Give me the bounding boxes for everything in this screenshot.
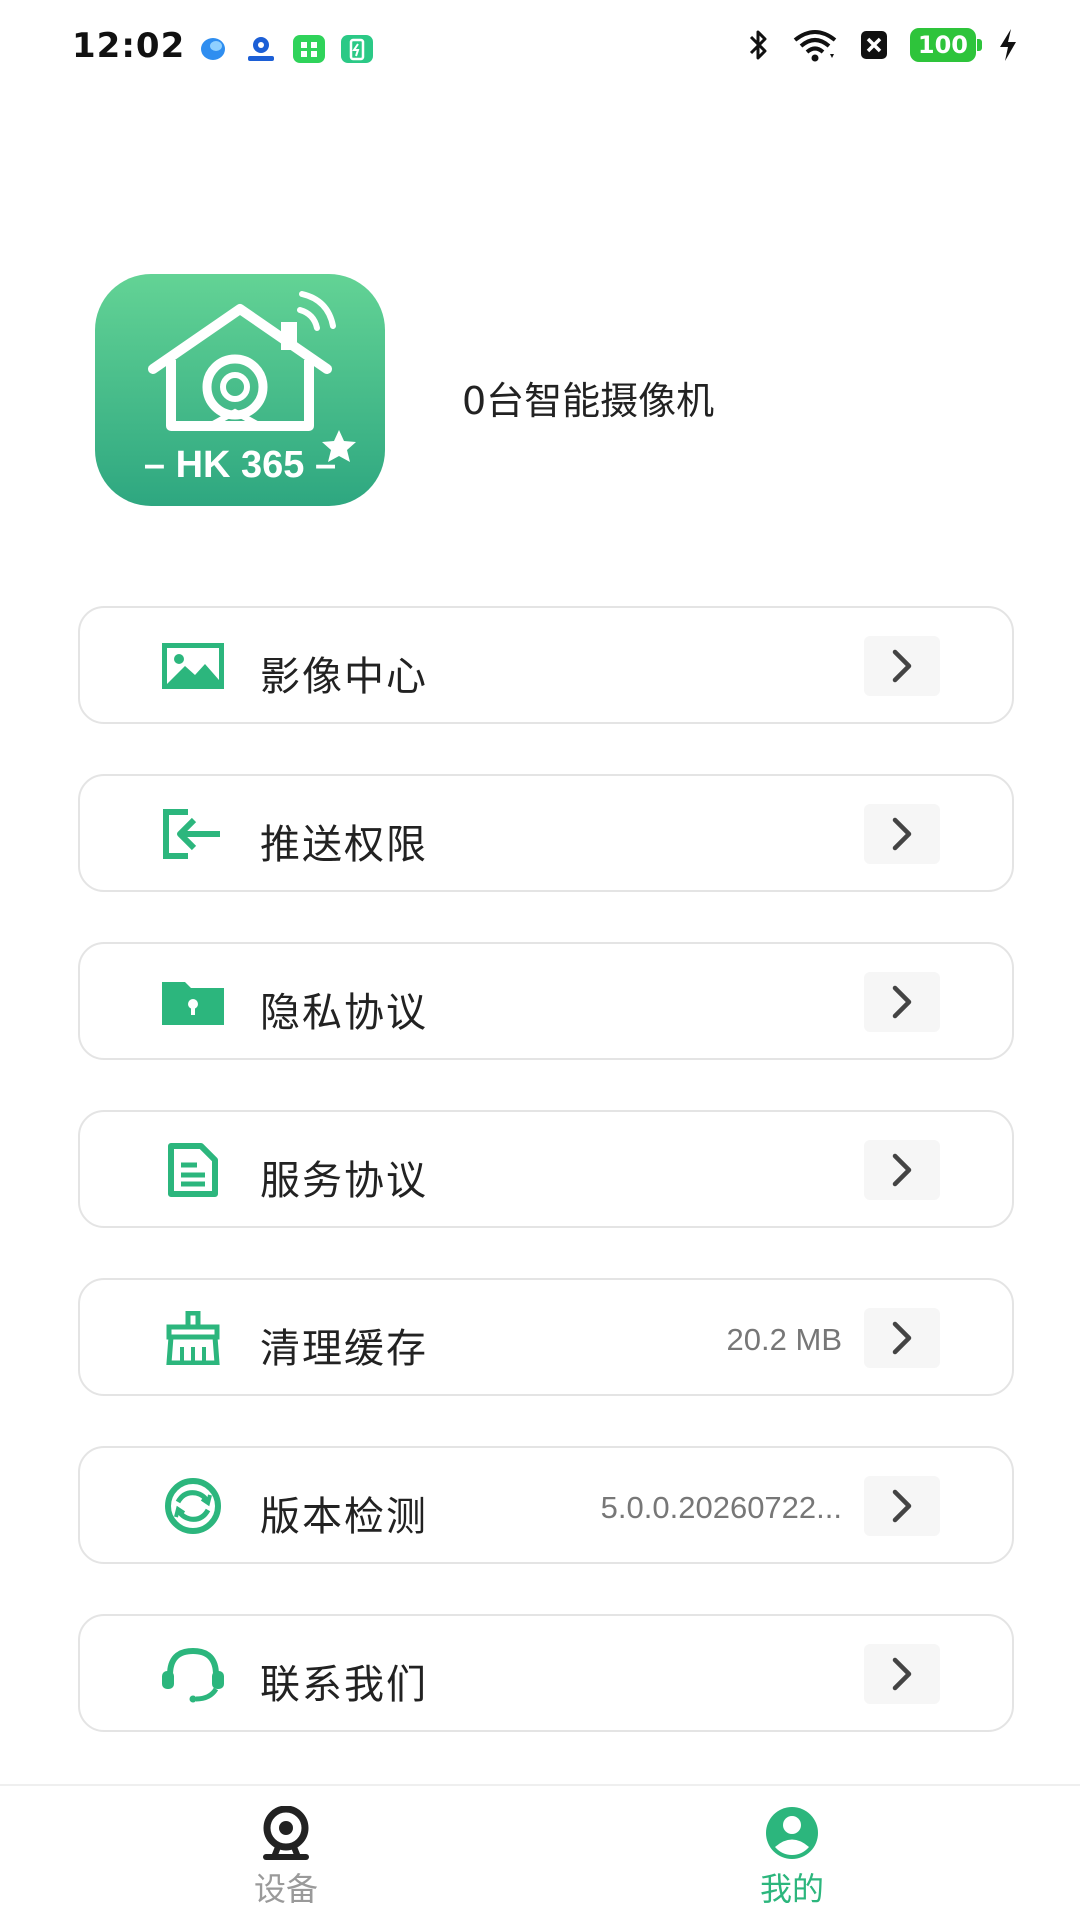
menu-label: 版本检测 (260, 1494, 428, 1540)
login-arrow-icon (158, 805, 228, 863)
logo-text: – HK 365 – (143, 444, 337, 486)
chevron-right-icon (864, 636, 940, 696)
tab-mine[interactable]: 我的 (702, 1806, 882, 1916)
chevron-right-icon (864, 972, 940, 1032)
menu-item-service-agreement[interactable]: 服务协议 (78, 1110, 1014, 1228)
chevron-right-icon (864, 1476, 940, 1536)
menu-label: 影像中心 (260, 654, 428, 700)
wifi-icon (793, 30, 837, 62)
bluetooth-icon (749, 30, 767, 60)
menu-label: 隐私协议 (260, 990, 428, 1036)
app-notification-icon (201, 38, 225, 60)
notification-icons (196, 34, 374, 64)
bottom-nav: 设备 我的 (0, 1784, 1080, 1920)
version-number: 5.0.0.20260722... (600, 1490, 842, 1525)
market-notification-icon (293, 35, 325, 63)
settings-menu: 影像中心 推送权限 隐私协议 服务协议 清理缓存 20.2 MB 版本检测 5.… (78, 606, 1014, 1782)
image-icon (158, 637, 228, 695)
tab-devices[interactable]: 设备 (196, 1806, 376, 1916)
webcam-icon (263, 1806, 309, 1860)
tab-devices-label: 设备 (253, 1870, 318, 1908)
camera-count: 0台智能摄像机 (462, 379, 715, 423)
charge-notification-icon (341, 35, 373, 63)
menu-label: 联系我们 (260, 1662, 428, 1708)
chevron-right-icon (864, 1140, 940, 1200)
chevron-right-icon (864, 1644, 940, 1704)
menu-item-contact-us[interactable]: 联系我们 (78, 1614, 1014, 1732)
menu-item-privacy-policy[interactable]: 隐私协议 (78, 942, 1014, 1060)
battery-icon: 100 (909, 28, 983, 62)
menu-item-push-permission[interactable]: 推送权限 (78, 774, 1014, 892)
locked-folder-icon (158, 973, 228, 1031)
document-icon (158, 1141, 228, 1199)
chevron-right-icon (864, 1308, 940, 1368)
menu-item-image-center[interactable]: 影像中心 (78, 606, 1014, 724)
broom-icon (158, 1309, 228, 1367)
system-icons: 100 (748, 28, 1018, 62)
cache-size: 20.2 MB (726, 1322, 842, 1357)
menu-label: 服务协议 (260, 1158, 428, 1204)
app-logo: – HK 365 – (95, 274, 385, 506)
menu-item-version-check[interactable]: 版本检测 5.0.0.20260722... (78, 1446, 1014, 1564)
menu-item-clear-cache[interactable]: 清理缓存 20.2 MB (78, 1278, 1014, 1396)
charging-icon (1000, 29, 1016, 61)
tab-mine-label: 我的 (759, 1870, 824, 1908)
status-bar: 12:02 100 (0, 0, 1080, 100)
headset-icon (158, 1645, 228, 1703)
status-time: 12:02 (72, 26, 186, 66)
no-sim-icon (860, 31, 887, 59)
menu-label: 清理缓存 (260, 1326, 428, 1372)
user-profile-icon (766, 1807, 818, 1859)
location-notification-icon (248, 37, 274, 61)
chevron-right-icon (864, 804, 940, 864)
refresh-icon (158, 1477, 228, 1535)
menu-label: 推送权限 (260, 822, 428, 868)
